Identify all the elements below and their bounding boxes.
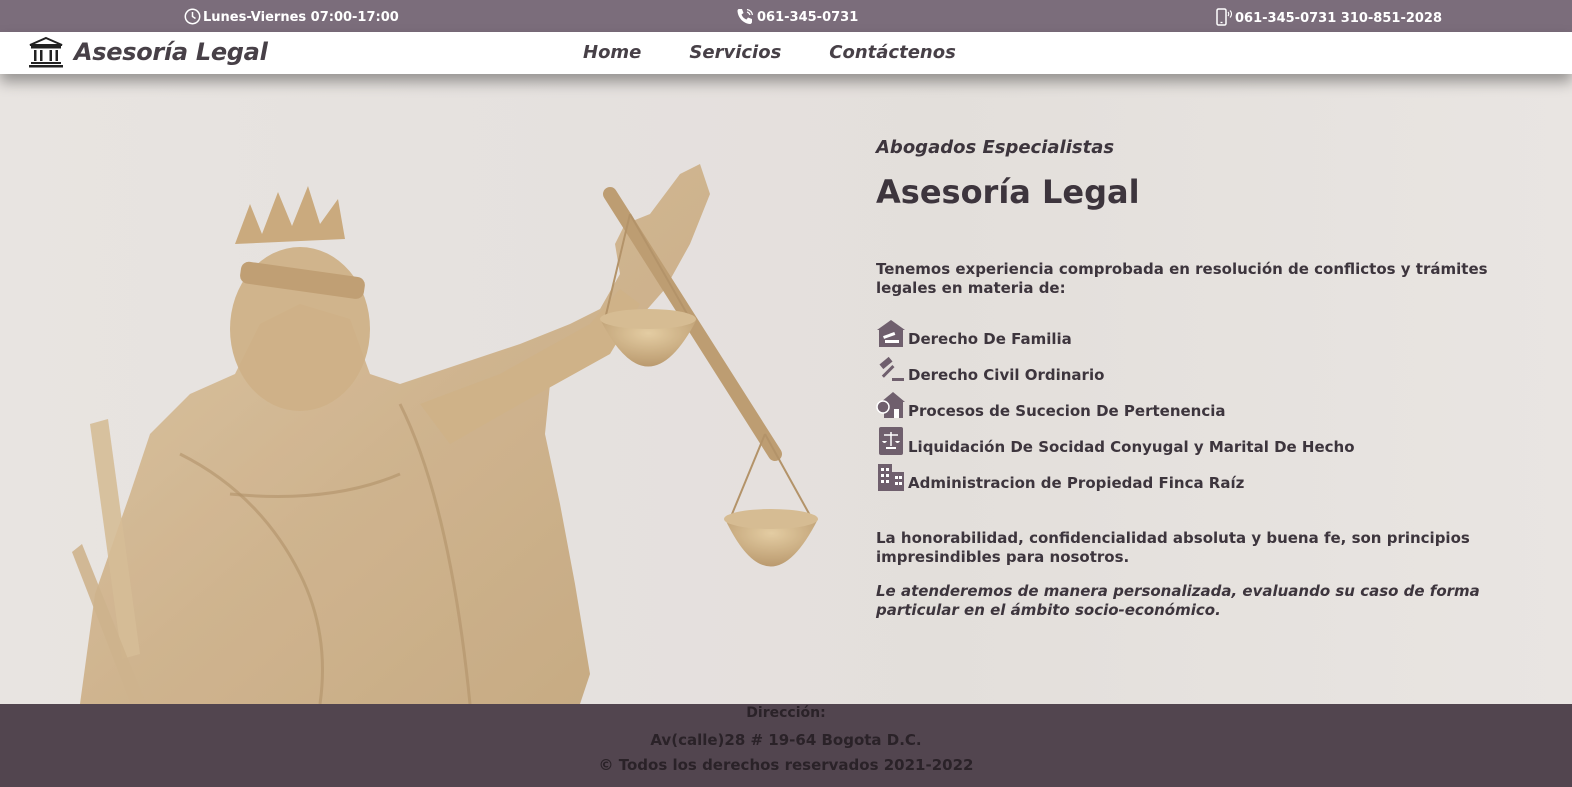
office-hours: Lunes-Viernes 07:00-17:00 xyxy=(184,8,399,25)
services-list: Derecho De Familia Derecho Civil Ordinar… xyxy=(876,312,1355,492)
courthouse-icon xyxy=(29,36,63,68)
mobile-info[interactable]: 061-345-0731 310-851-2028 xyxy=(1215,8,1442,26)
address-label: Dirección: xyxy=(746,705,826,721)
hero-subtitle: Abogados Especialistas xyxy=(876,137,1115,158)
phone-icon xyxy=(737,8,754,24)
family-house-icon xyxy=(877,320,905,347)
scales-book-icon xyxy=(879,427,903,455)
nav-servicios[interactable]: Servicios xyxy=(689,42,781,63)
service-label: Administracion de Propiedad Finca Raíz xyxy=(908,474,1245,492)
service-item: Procesos de Sucecion De Pertenencia xyxy=(876,384,1355,420)
phone-text[interactable]: 061-345-0731 xyxy=(757,10,858,25)
service-label: Procesos de Sucecion De Pertenencia xyxy=(908,402,1226,420)
service-item: Derecho Civil Ordinario xyxy=(876,348,1355,384)
service-item: Derecho De Familia xyxy=(876,312,1355,348)
nav-home[interactable]: Home xyxy=(583,42,641,63)
personal-text: Le atenderemos de manera personalizada, … xyxy=(876,582,1480,619)
phone-info[interactable]: 061-345-0731 xyxy=(736,8,858,25)
service-item: Liquidación De Socidad Conyugal y Marita… xyxy=(876,420,1355,456)
office-hours-text: Lunes-Viernes 07:00-17:00 xyxy=(203,10,399,25)
hero-intro: Tenemos experiencia comprobada en resolu… xyxy=(876,260,1488,297)
hero-section: Abogados Especialistas Asesoría Legal Te… xyxy=(0,74,1572,704)
hero-title: Asesoría Legal xyxy=(876,173,1140,211)
clock-icon xyxy=(184,8,201,25)
service-item: Administracion de Propiedad Finca Raíz xyxy=(876,456,1355,492)
service-label: Derecho Civil Ordinario xyxy=(908,366,1105,384)
address-text: Av(calle)28 # 19-64 Bogota D.C. xyxy=(650,731,922,749)
principles-text: La honorabilidad, confidencialidad absol… xyxy=(876,529,1470,566)
mobile-text[interactable]: 061-345-0731 310-851-2028 xyxy=(1235,11,1442,26)
lady-justice-image xyxy=(0,74,860,704)
nav-contactenos[interactable]: Contáctenos xyxy=(829,42,956,63)
copyright-text: © Todos los derechos reservados 2021-202… xyxy=(598,756,974,774)
building-icon xyxy=(878,464,904,491)
brand[interactable]: Asesoría Legal xyxy=(28,36,268,68)
brand-name[interactable]: Asesoría Legal xyxy=(74,38,268,66)
navbar: Asesoría Legal Home Servicios Contácteno… xyxy=(0,32,1572,74)
main-nav: Home Servicios Contáctenos xyxy=(583,42,956,63)
top-info-bar: Lunes-Viernes 07:00-17:00 061-345-0731 0… xyxy=(0,0,1572,32)
gavel-icon xyxy=(879,356,904,381)
footer: Dirección: Av(calle)28 # 19-64 Bogota D.… xyxy=(0,704,1572,787)
mobile-icon xyxy=(1216,8,1233,26)
service-label: Derecho De Familia xyxy=(908,330,1072,348)
property-house-icon xyxy=(876,392,905,418)
service-label: Liquidación De Socidad Conyugal y Marita… xyxy=(908,438,1355,456)
